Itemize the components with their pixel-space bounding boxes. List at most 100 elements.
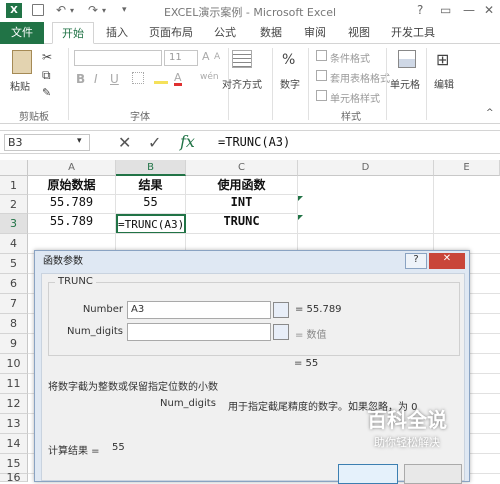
- calc-result-value: 55: [112, 442, 125, 453]
- tab-developer[interactable]: 开发工具: [386, 22, 440, 44]
- row-header-7[interactable]: 7: [0, 294, 28, 314]
- row-header-9[interactable]: 9: [0, 334, 28, 354]
- grow-font-icon[interactable]: A: [202, 50, 210, 63]
- row-header-13[interactable]: 13: [0, 414, 28, 434]
- tab-page-layout[interactable]: 页面布局: [144, 22, 198, 44]
- row-header-12[interactable]: 12: [0, 394, 28, 414]
- column-header-e[interactable]: E: [434, 160, 500, 176]
- row-header-16[interactable]: 16: [0, 472, 28, 483]
- alignment-button[interactable]: 对齐方式: [210, 44, 270, 104]
- ribbon-tabs: 文件 开始 插入 页面布局 公式 数据 审阅 视图 开发工具: [0, 22, 500, 44]
- cell-styles-button[interactable]: 单元格样式: [330, 90, 380, 105]
- row-header-5[interactable]: 5: [0, 254, 28, 274]
- row-header-6[interactable]: 6: [0, 274, 28, 294]
- row-header-8[interactable]: 8: [0, 314, 28, 334]
- font-group-label: 字体: [130, 112, 150, 123]
- binoculars-icon: ⊞: [436, 50, 450, 69]
- column-header-d[interactable]: D: [298, 160, 434, 176]
- enter-icon[interactable]: ✓: [148, 133, 161, 152]
- conditional-format-button[interactable]: 条件格式: [330, 50, 370, 65]
- cells-button[interactable]: 单元格: [390, 44, 422, 104]
- dialog-close-button[interactable]: ✕: [429, 253, 465, 269]
- arg-label-number: Number: [82, 304, 123, 315]
- name-box-dropdown-icon[interactable]: ▾: [77, 136, 82, 146]
- cancel-button[interactable]: [404, 464, 462, 484]
- row-header-1[interactable]: 1: [0, 176, 28, 195]
- row-header-4[interactable]: 4: [0, 234, 28, 254]
- help-button[interactable]: ?: [417, 3, 423, 17]
- row-header-14[interactable]: 14: [0, 434, 28, 454]
- cell-a2[interactable]: 55.789: [28, 195, 116, 214]
- cell-b2[interactable]: 55: [116, 195, 186, 214]
- collapse-ribbon-icon[interactable]: ^: [486, 108, 494, 118]
- font-name-dropdown[interactable]: [74, 50, 162, 66]
- cells-icon: [398, 50, 416, 68]
- tab-insert[interactable]: 插入: [98, 22, 136, 44]
- font-size-dropdown[interactable]: 11: [164, 50, 198, 66]
- tab-formulas[interactable]: 公式: [206, 22, 244, 44]
- column-header-c[interactable]: C: [186, 160, 298, 176]
- separator: [386, 48, 387, 120]
- alignment-label: 对齐方式: [222, 80, 262, 91]
- format-table-button[interactable]: 套用表格格式: [330, 70, 390, 85]
- formula-input[interactable]: =TRUNC(A3): [218, 135, 290, 149]
- arg-label-num-digits: Num_digits: [67, 326, 123, 337]
- clipboard-icon: [12, 50, 32, 74]
- cell-c1[interactable]: 使用函数: [186, 176, 298, 195]
- column-header-b[interactable]: B: [116, 160, 186, 176]
- bold-button[interactable]: B: [76, 72, 85, 86]
- format-painter-icon[interactable]: ✎: [42, 86, 51, 99]
- watermark-title: 百科全说: [367, 408, 447, 432]
- error-indicator-icon: [298, 196, 303, 201]
- cell-a1[interactable]: 原始数据: [28, 176, 116, 195]
- cell-b1[interactable]: 结果: [116, 176, 186, 195]
- tab-home[interactable]: 开始: [52, 22, 94, 44]
- calc-result-label: 计算结果 =: [48, 446, 100, 457]
- number-format-button[interactable]: % 数字: [276, 44, 306, 104]
- formula-result-preview: = 55: [294, 358, 319, 369]
- title-bar: X ↶ ▾ ↷ ▾ ▾ EXCEL演示案例 - Microsoft Excel …: [0, 0, 500, 22]
- function-name: TRUNC: [55, 276, 96, 287]
- font-size-value: 11: [169, 52, 182, 63]
- border-icon[interactable]: [132, 72, 144, 84]
- cancel-icon[interactable]: ✕: [118, 133, 131, 152]
- column-header-a[interactable]: A: [28, 160, 116, 176]
- insert-function-icon[interactable]: fx: [180, 132, 195, 151]
- ribbon: 粘贴 ✂ ⧉ ✎ 剪贴板 11 A A B I U A wén 字体 对齐方式 …: [0, 44, 500, 124]
- tab-view[interactable]: 视图: [340, 22, 378, 44]
- ok-button[interactable]: [338, 464, 398, 484]
- cut-icon[interactable]: ✂: [42, 50, 52, 64]
- num-digits-input[interactable]: [127, 323, 271, 341]
- row-header-3[interactable]: 3: [0, 214, 28, 234]
- font-color-icon[interactable]: A: [174, 72, 182, 86]
- collapse-dialog-icon[interactable]: [273, 302, 289, 318]
- paste-button[interactable]: 粘贴: [8, 50, 36, 96]
- sheet-corner[interactable]: [0, 160, 28, 176]
- cell-c3[interactable]: TRUNC: [186, 214, 298, 234]
- fill-color-icon[interactable]: [154, 74, 168, 84]
- editing-button[interactable]: ⊞ 编辑: [430, 44, 460, 104]
- row-header-10[interactable]: 10: [0, 354, 28, 374]
- name-box[interactable]: B3 ▾: [4, 134, 90, 151]
- cell-a3[interactable]: 55.789: [28, 214, 116, 234]
- tab-data[interactable]: 数据: [252, 22, 290, 44]
- cell-b3-active[interactable]: =TRUNC(A3): [116, 214, 186, 234]
- number-label: 数字: [280, 80, 300, 91]
- collapse-dialog-icon[interactable]: [273, 324, 289, 340]
- restore-ribbon-button[interactable]: ▭: [440, 3, 451, 17]
- cell-styles-icon: [316, 90, 327, 101]
- minimize-button[interactable]: —: [463, 3, 475, 17]
- dialog-help-button[interactable]: ?: [405, 253, 427, 269]
- row-header-2[interactable]: 2: [0, 195, 28, 214]
- underline-button[interactable]: U: [110, 72, 119, 86]
- tab-review[interactable]: 审阅: [296, 22, 334, 44]
- tab-file[interactable]: 文件: [0, 22, 44, 44]
- copy-icon[interactable]: ⧉: [42, 68, 51, 83]
- italic-button[interactable]: I: [94, 72, 98, 86]
- number-input[interactable]: A3: [127, 301, 271, 319]
- arg-result-num-digits: = 数值: [295, 330, 327, 341]
- watermark-logo: 百科全说 助你轻松解决: [350, 404, 464, 452]
- cell-c2[interactable]: INT: [186, 195, 298, 214]
- close-button[interactable]: ✕: [484, 3, 494, 17]
- row-header-11[interactable]: 11: [0, 374, 28, 394]
